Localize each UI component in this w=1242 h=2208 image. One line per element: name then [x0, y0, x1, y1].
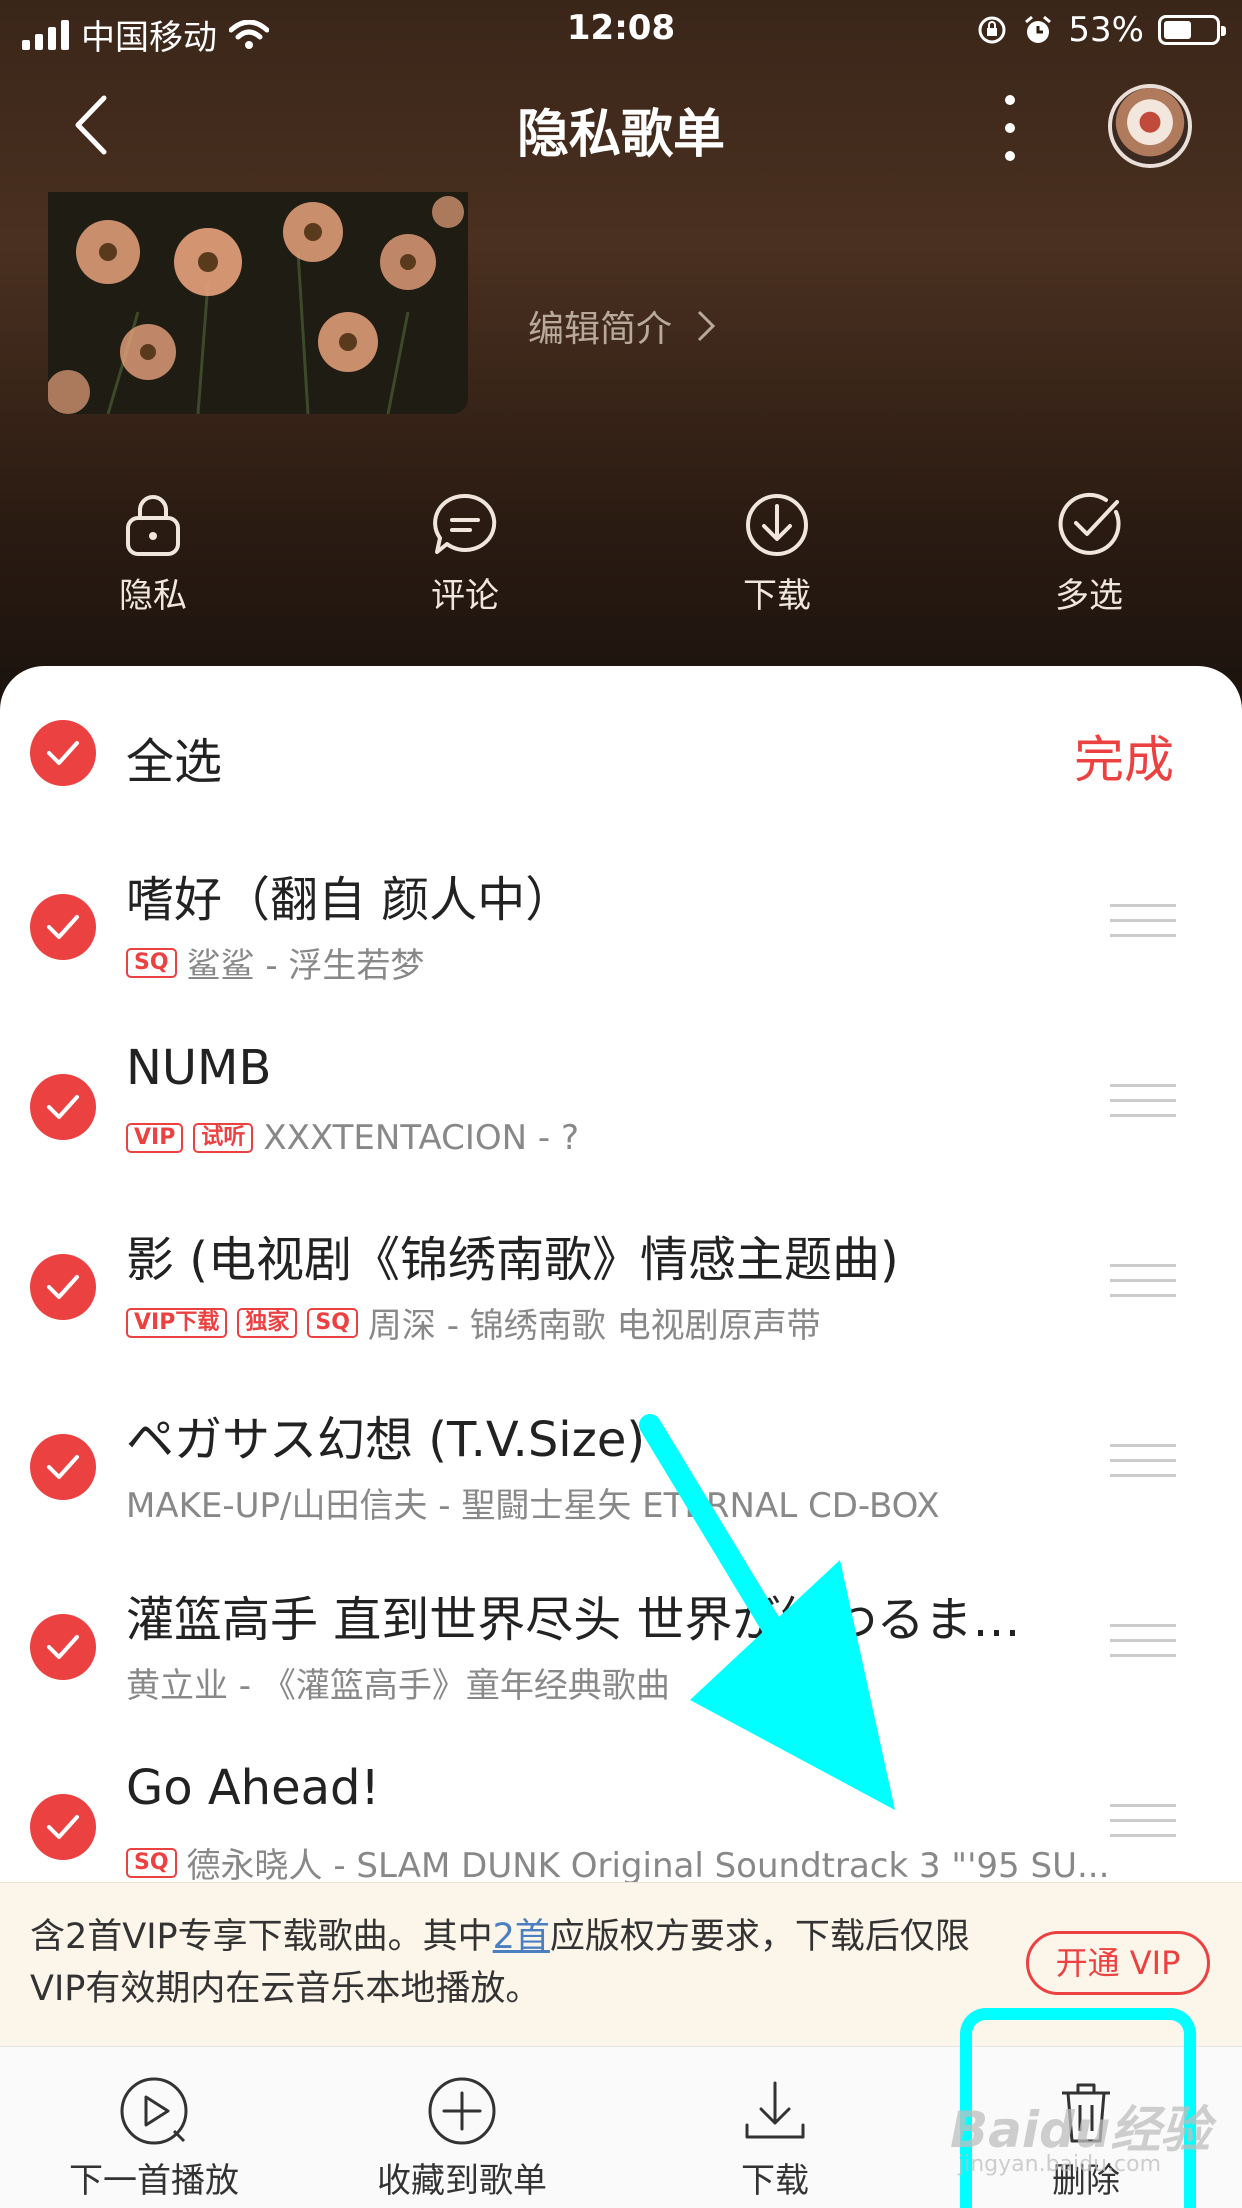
- add-to-playlist-label: 收藏到歌单: [377, 2161, 547, 2201]
- vip-notice-text: 含2首VIP专享下载歌曲。其中2首应版权方要求，下载后仅限VIP有效期内在云音乐…: [30, 1911, 1010, 2015]
- song-row[interactable]: 灌篮高手 直到世界尽头 世界が終わるま… 黄立业 - 《灌篮高手》童年经典歌曲: [0, 1572, 1242, 1752]
- quality-badge: SQ: [307, 1307, 358, 1338]
- select-all-label[interactable]: 全选: [126, 722, 222, 792]
- checkmark-icon: [47, 741, 79, 765]
- battery-icon: [1158, 15, 1226, 45]
- quality-badge: VIP: [126, 1123, 184, 1153]
- add-to-playlist-button[interactable]: 收藏到歌单: [342, 2075, 582, 2202]
- play-next-icon: [120, 2077, 188, 2145]
- play-next-label: 下一首播放: [69, 2161, 239, 2201]
- play-next-button[interactable]: 下一首播放: [34, 2075, 274, 2202]
- song-subtitle: 黄立业 - 《灌篮高手》童年经典歌曲: [126, 1658, 1136, 1707]
- song-artist-album: 周深 - 锦绣南歌 电视剧原声带: [367, 1306, 821, 1346]
- song-title: ペガサス幻想 (T.V.Size): [126, 1412, 646, 1468]
- song-row[interactable]: ペガサス幻想 (T.V.Size) MAKE-UP/山田信夫 - 聖闘士星矢 ET…: [0, 1392, 1242, 1572]
- nav-bar: 隐私歌单: [0, 70, 1242, 180]
- done-button[interactable]: 完成: [1074, 720, 1174, 792]
- quality-badge: 试听: [193, 1123, 254, 1153]
- song-artist-album: MAKE-UP/山田信夫 - 聖闘士星矢 ETERNAL CD-BOX: [126, 1486, 940, 1526]
- song-artist-album: 德永晓人 - SLAM DUNK Original Soundtrack 3 "…: [186, 1846, 1110, 1886]
- privacy-action[interactable]: 隐私: [53, 482, 253, 617]
- alarm-icon: [1025, 15, 1052, 43]
- song-checkbox[interactable]: [30, 1614, 96, 1680]
- song-subtitle: SQ 鲨鲨 - 浮生若梦: [126, 938, 1136, 987]
- comment-action[interactable]: 评论: [365, 482, 565, 617]
- comment-icon: [433, 493, 497, 554]
- drag-handle-icon[interactable]: [1110, 904, 1176, 949]
- playlist-header: 中国移动 12:08 53% 隐私歌单 编辑简介 隐私 评论 下载 多选: [0, 0, 1242, 700]
- song-title: 灌篮高手 直到世界尽头 世界が終わるま…: [126, 1592, 1021, 1648]
- checkmark-icon: [47, 1455, 79, 1479]
- download-icon: [745, 2081, 805, 2139]
- song-artist-album: 黄立业 - 《灌篮高手》童年经典歌曲: [126, 1666, 670, 1706]
- edit-intro-link[interactable]: 编辑简介: [528, 300, 716, 352]
- song-subtitle: MAKE-UP/山田信夫 - 聖闘士星矢 ETERNAL CD-BOX: [126, 1478, 1136, 1527]
- drag-handle-icon[interactable]: [1110, 1264, 1176, 1309]
- song-title: 影 (电视剧《锦绣南歌》情感主题曲): [126, 1232, 899, 1288]
- quality-badge: SQ: [126, 1847, 177, 1878]
- song-checkbox[interactable]: [30, 1794, 96, 1860]
- song-checkbox[interactable]: [30, 894, 96, 960]
- select-all-checkbox[interactable]: [30, 720, 96, 786]
- multi-select-label: 多选: [1055, 576, 1123, 616]
- song-subtitle: VIP下载 独家 SQ 周深 - 锦绣南歌 电视剧原声带: [126, 1298, 1136, 1347]
- song-artist-album: 鲨鲨 - 浮生若梦: [186, 946, 425, 986]
- lock-icon: [126, 495, 180, 556]
- song-title: NUMB: [126, 1040, 272, 1096]
- watermark-url: jingyan.baidu.com: [958, 2152, 1162, 2177]
- download-icon: [746, 494, 808, 556]
- quality-badge: SQ: [126, 947, 177, 978]
- drag-handle-icon[interactable]: [1110, 1084, 1176, 1129]
- edit-intro-label: 编辑简介: [528, 309, 673, 350]
- playlist-actions: 隐私 评论 下载 多选: [0, 482, 1242, 622]
- song-checkbox[interactable]: [30, 1074, 96, 1140]
- multi-select-icon: [1058, 492, 1121, 555]
- chevron-right-icon: [697, 310, 716, 342]
- download-button[interactable]: 下载: [655, 2075, 895, 2202]
- checkmark-icon: [47, 1815, 79, 1839]
- battery-percent: 53%: [1068, 10, 1144, 50]
- checkmark-icon: [47, 1275, 79, 1299]
- multi-select-action[interactable]: 多选: [989, 482, 1189, 617]
- privacy-label: 隐私: [119, 576, 187, 616]
- checkmark-icon: [47, 1635, 79, 1659]
- download-label: 下载: [743, 576, 811, 616]
- user-avatar[interactable]: [1108, 84, 1192, 168]
- song-row[interactable]: 嗜好（翻自 颜人中） SQ 鲨鲨 - 浮生若梦: [0, 852, 1242, 1032]
- song-row[interactable]: NUMB VIP 试听 XXXTENTACION - ?: [0, 1032, 1242, 1212]
- more-vertical-icon[interactable]: [990, 88, 1030, 168]
- orientation-lock-icon: [978, 16, 1006, 44]
- download-action[interactable]: 下载: [677, 482, 877, 617]
- song-title: Go Ahead!: [126, 1760, 380, 1816]
- add-to-playlist-icon: [428, 2077, 496, 2145]
- drag-handle-icon[interactable]: [1110, 1804, 1176, 1849]
- playlist-cover-image[interactable]: [48, 192, 468, 414]
- song-artist-album: XXXTENTACION - ?: [263, 1118, 580, 1158]
- drag-handle-icon[interactable]: [1110, 1624, 1176, 1669]
- status-bar: 中国移动 12:08 53%: [0, 0, 1242, 60]
- song-row[interactable]: 影 (电视剧《锦绣南歌》情感主题曲) VIP下载 独家 SQ 周深 - 锦绣南歌 电视剧…: [0, 1212, 1242, 1392]
- vip-notice-text-before: 含2首VIP专享下载歌曲。其中: [30, 1917, 493, 1957]
- song-subtitle: SQ 德永晓人 - SLAM DUNK Original Soundtrack 3…: [126, 1838, 1136, 1887]
- quality-badge: VIP下载: [126, 1307, 228, 1338]
- checkmark-icon: [47, 1095, 79, 1119]
- drag-handle-icon[interactable]: [1110, 1444, 1176, 1489]
- download-toolbar-label: 下载: [741, 2161, 809, 2201]
- page-title: 隐私歌单: [516, 105, 725, 165]
- song-checkbox[interactable]: [30, 1254, 96, 1320]
- comment-label: 评论: [431, 576, 499, 616]
- song-subtitle: VIP 试听 XXXTENTACION - ?: [126, 1118, 1136, 1158]
- song-checkbox[interactable]: [30, 1434, 96, 1500]
- checkmark-icon: [47, 915, 79, 939]
- open-vip-button[interactable]: 开通 VIP: [1026, 1931, 1210, 1995]
- vip-songs-link[interactable]: 2首: [493, 1917, 550, 1957]
- quality-badge: 独家: [237, 1307, 298, 1338]
- song-title: 嗜好（翻自 颜人中）: [126, 872, 574, 928]
- select-all-row: 全选 完成: [0, 718, 1242, 818]
